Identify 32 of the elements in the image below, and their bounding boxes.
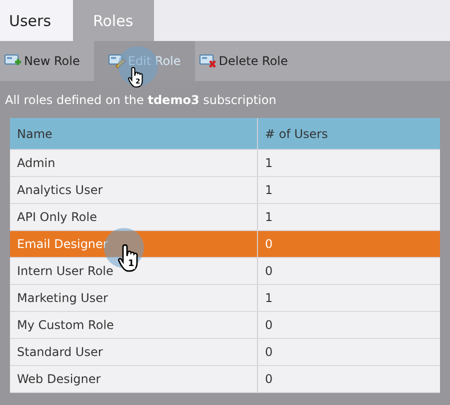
table-row[interactable]: Web Designer 0 <box>10 366 440 393</box>
toolbar-button[interactable]: Delete Role <box>194 41 302 81</box>
table-cell: Admin <box>10 150 258 176</box>
tab[interactable]: Users <box>0 0 73 41</box>
table-cell: API Only Role <box>10 204 258 230</box>
toolbar-button[interactable]: New Role <box>0 41 94 81</box>
card-pencil-icon <box>108 53 126 69</box>
table-cell-text: 0 <box>264 263 274 280</box>
table-cell: Standard User <box>10 339 258 365</box>
table-cell: My Custom Role <box>10 312 258 338</box>
table-cell-text: 0 <box>264 371 274 388</box>
table-row[interactable]: Analytics User 1 <box>10 177 440 204</box>
table-cell-text: 1 <box>264 182 274 199</box>
column-header[interactable]: # of Users <box>258 118 440 149</box>
table-row[interactable]: API Only Role 1 <box>10 204 440 231</box>
subtitle: All roles defined on the tdemo3 subscription <box>5 92 276 106</box>
table-cell-text: 0 <box>264 236 274 253</box>
table-row[interactable]: Admin 1 <box>10 150 440 177</box>
card-cross-icon <box>198 53 217 69</box>
table-cell: Analytics User <box>10 177 258 203</box>
table-cell-text: 1 <box>264 155 274 172</box>
table-row[interactable]: My Custom Role 0 <box>10 312 440 339</box>
table-cell-text: 0 <box>264 317 274 334</box>
table-cell-text: 1 <box>264 290 274 307</box>
table-cell-text: 1 <box>264 209 274 226</box>
table-row[interactable]: Standard User 0 <box>10 339 440 366</box>
table-cell: Marketing User <box>10 285 258 311</box>
step-number: 1 <box>127 259 136 269</box>
table-cell: Web Designer <box>10 366 258 392</box>
table-row[interactable]: Marketing User 1 <box>10 285 440 312</box>
column-header[interactable]: Name <box>10 118 258 149</box>
table-cell-text: 0 <box>264 344 274 361</box>
